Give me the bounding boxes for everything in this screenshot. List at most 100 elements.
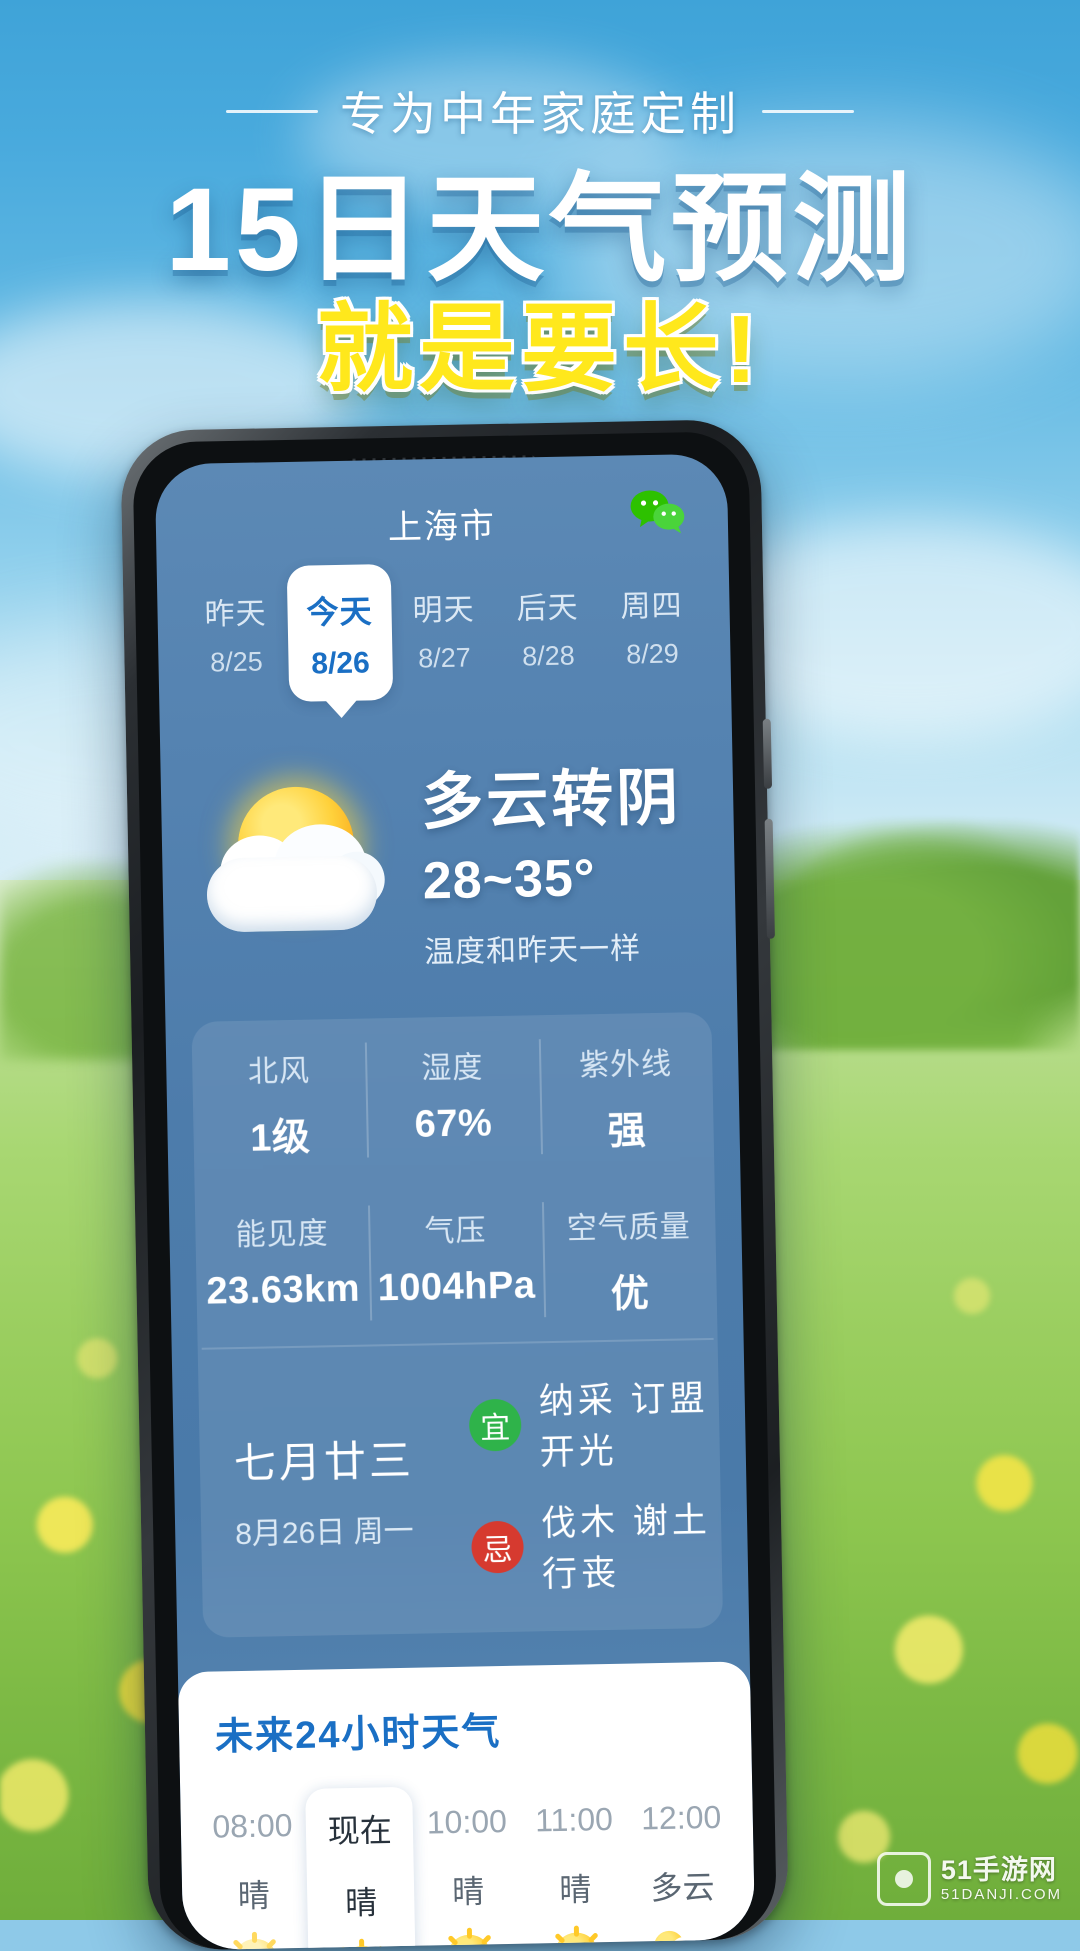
solar-date: 8月26日 周一 — [234, 1514, 414, 1551]
date-tab-name: 今天 — [306, 593, 373, 631]
hourly-desc: 晴 — [344, 1884, 378, 1922]
kicker-row: 专为中年家庭定制 — [0, 78, 1080, 144]
phone-bezel: 上海市 昨天 8/25 今天 8/26 明天 8/27 后天 8/28 周四 8… — [132, 431, 778, 1951]
stats-grid: 能见度 23.63km 气压 1004hPa 空气质量 优 — [195, 1175, 718, 1348]
hourly-time: 10:00 — [426, 1802, 508, 1841]
app-header: 上海市 — [155, 454, 729, 561]
date-tab-name: 昨天 — [204, 597, 267, 632]
hourly-item-now[interactable]: 现在 晴 — [305, 1786, 417, 1951]
watermark-text: 51手游网 51DANJI.COM — [941, 1855, 1062, 1903]
watermark-dot — [894, 1870, 913, 1888]
hourly-item[interactable]: 12:00 多云 — [627, 1781, 738, 1951]
hourly-time: 12:00 — [640, 1798, 722, 1837]
date-tab-name: 后天 — [516, 591, 579, 626]
weather-description: 多云转阴 — [420, 763, 682, 838]
stat-label: 紫外线 — [578, 1047, 673, 1083]
stat-air-quality[interactable]: 空气质量 优 — [541, 1175, 717, 1341]
hourly-item[interactable]: 10:00 晴 — [413, 1785, 524, 1951]
tree-cluster — [760, 820, 1080, 1050]
watermark: 51手游网 51DANJI.COM — [876, 1852, 1062, 1906]
watermark-logo-icon — [876, 1852, 931, 1906]
stat-uv[interactable]: 紫外线 强 — [538, 1012, 714, 1178]
watermark-site-name: 51手游网 — [940, 1854, 1057, 1885]
stat-label: 北风 — [247, 1054, 311, 1089]
stat-wind[interactable]: 北风 1级 — [191, 1019, 367, 1185]
sun-icon — [446, 1934, 492, 1951]
date-tab-date: 8/26 — [311, 646, 371, 681]
hourly-icon-wrap — [630, 1930, 738, 1951]
cloud-base — [660, 1944, 716, 1951]
stat-humidity[interactable]: 湿度 67% — [365, 1015, 541, 1181]
date-tab-thursday[interactable]: 周四 8/29 — [599, 558, 705, 671]
temperature-range: 28~35° — [422, 849, 597, 911]
date-tab-date: 8/25 — [209, 646, 264, 678]
date-tab-name: 明天 — [412, 593, 475, 628]
hourly-time: 11:00 — [534, 1800, 614, 1839]
stat-label: 空气质量 — [566, 1210, 692, 1246]
kicker-text: 专为中年家庭定制 — [340, 88, 740, 140]
almanac-bad-row: 忌 伐木 谢土 行丧 — [471, 1492, 715, 1599]
current-weather: 多云转阴 28~35° 温度和昨天一样 — [160, 745, 736, 976]
phone-screen: 上海市 昨天 8/25 今天 8/26 明天 8/27 后天 8/28 周四 8… — [154, 453, 756, 1951]
hourly-forecast-section: 未来24小时天气 08:00 晴 现在 晴 10:00 晴 11:00 晴 12… — [177, 1661, 756, 1951]
stat-label: 气压 — [424, 1214, 487, 1249]
hourly-desc: 多云 — [650, 1869, 715, 1907]
almanac-bad-badge: 忌 — [471, 1520, 525, 1574]
almanac-good-badge: 宜 — [468, 1398, 522, 1452]
hourly-time: 08:00 — [212, 1807, 293, 1845]
date-tab-name: 周四 — [620, 589, 683, 624]
date-tab-date: 8/29 — [625, 638, 679, 670]
stat-value: 1级 — [249, 1116, 311, 1160]
stat-value: 67% — [414, 1102, 493, 1146]
stat-value: 1004hPa — [377, 1264, 536, 1310]
details-panel: 北风 1级 湿度 67% 紫外线 强 能见度 23.63km 气压 1004hP… — [191, 1011, 724, 1638]
date-tab-yesterday[interactable]: 昨天 8/25 — [183, 566, 289, 679]
almanac-bad-items: 伐木 谢土 行丧 — [540, 1501, 712, 1595]
hourly-desc: 晴 — [559, 1871, 592, 1908]
hourly-item[interactable]: 08:00 晴 — [198, 1789, 309, 1951]
sun-icon — [554, 1932, 600, 1951]
hourly-icon-wrap — [523, 1932, 631, 1951]
promo-title-sub: 就是要长! — [317, 296, 763, 404]
date-tab-today[interactable]: 今天 8/26 — [286, 563, 394, 702]
almanac-dates: 七月廿三 8月26日 周一 — [233, 1425, 471, 1553]
stat-value: 23.63km — [206, 1267, 361, 1313]
almanac-good-items: 纳采 订盟 开光 — [538, 1379, 709, 1473]
sun-icon — [339, 1945, 385, 1951]
kicker-divider-right — [762, 109, 854, 113]
hourly-icon-wrap — [308, 1945, 416, 1951]
hourly-desc: 晴 — [451, 1873, 485, 1911]
stat-visibility[interactable]: 能见度 23.63km — [195, 1182, 371, 1348]
stat-value: 优 — [610, 1273, 650, 1316]
almanac-section[interactable]: 七月廿三 8月26日 周一 宜 纳采 订盟 开光 忌 伐木 谢土 行丧 — [198, 1340, 723, 1638]
lunar-date: 七月廿三 — [233, 1436, 415, 1487]
hourly-desc: 晴 — [237, 1877, 271, 1915]
sun-behind-cloud-icon — [195, 777, 408, 951]
almanac-good-row: 宜 纳采 订盟 开光 — [468, 1370, 712, 1477]
hourly-icon-wrap — [415, 1934, 523, 1951]
date-tabs: 昨天 8/25 今天 8/26 明天 8/27 后天 8/28 周四 8/29 — [157, 557, 732, 704]
hourly-icon-wrap — [201, 1938, 309, 1951]
date-tab-tomorrow[interactable]: 明天 8/27 — [391, 562, 497, 675]
kicker-divider-left — [226, 109, 318, 113]
promo-headline: 专为中年家庭定制 15日天气预测 就是要长! — [0, 0, 1080, 401]
date-tab-date: 8/27 — [417, 642, 472, 674]
sun-behind-cloud-icon — [652, 1930, 716, 1951]
hourly-item[interactable]: 11:00 晴 — [520, 1783, 631, 1951]
stat-value: 强 — [607, 1110, 647, 1153]
phone-mockup: 上海市 昨天 8/25 今天 8/26 明天 8/27 后天 8/28 周四 8… — [120, 418, 790, 1951]
hourly-forecast-title: 未来24小时天气 — [214, 1711, 502, 1759]
date-tab-day-after[interactable]: 后天 8/28 — [495, 560, 601, 673]
current-weather-text: 多云转阴 28~35° 温度和昨天一样 — [420, 746, 684, 971]
watermark-site-url: 51DANJI.COM — [940, 1885, 1062, 1903]
temperature-note: 温度和昨天一样 — [423, 932, 642, 970]
stat-label: 湿度 — [421, 1051, 484, 1086]
cloud-base — [206, 855, 378, 933]
almanac-advice: 宜 纳采 订盟 开光 忌 伐木 谢土 行丧 — [468, 1370, 714, 1599]
stat-pressure[interactable]: 气压 1004hPa — [368, 1178, 544, 1344]
power-button[interactable] — [762, 718, 773, 789]
stat-label: 能见度 — [235, 1217, 329, 1253]
hourly-forecast-row: 08:00 晴 现在 晴 10:00 晴 11:00 晴 12:00 多云 — [180, 1780, 755, 1951]
sun-icon — [232, 1938, 278, 1951]
wechat-icon[interactable] — [629, 488, 686, 535]
